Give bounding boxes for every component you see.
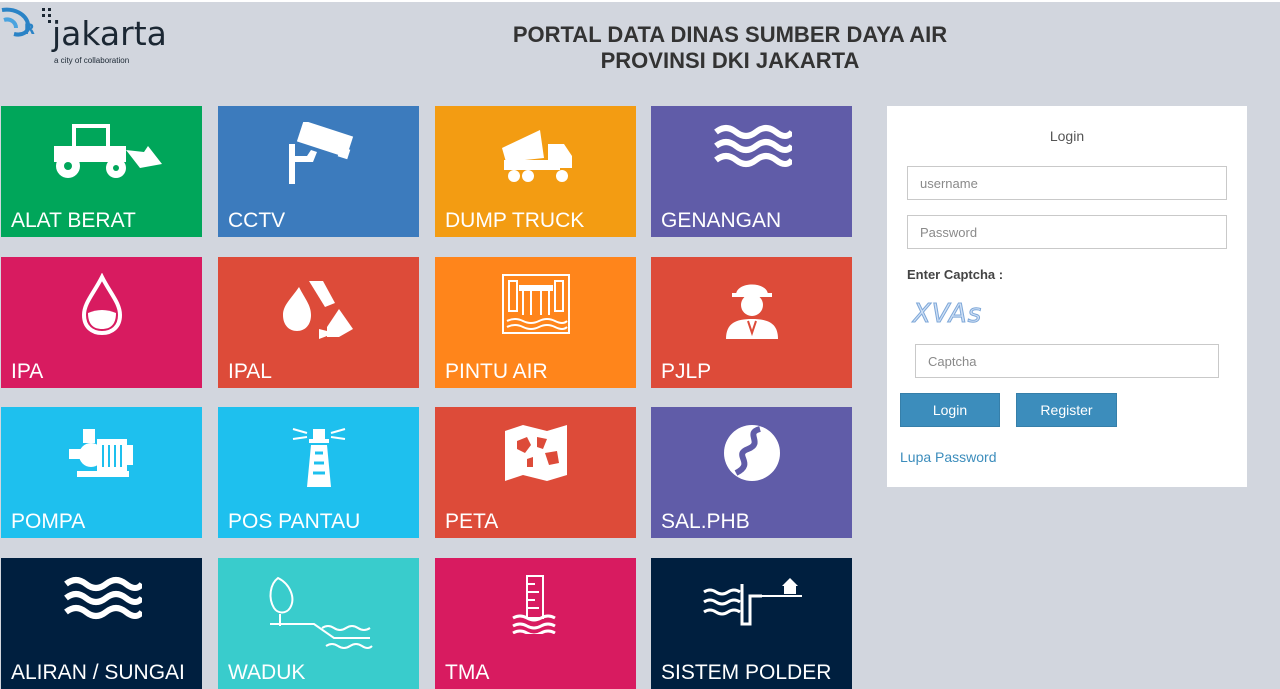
tile-label: PINTU AIR (445, 360, 548, 383)
tile-tma[interactable]: TMA (435, 558, 636, 689)
tile-pintu-air[interactable]: PINTU AIR (435, 257, 636, 388)
tile-label: TMA (445, 661, 490, 684)
tile-waduk[interactable]: WADUK (218, 558, 419, 689)
tile-label: CCTV (228, 209, 286, 232)
page-title-line2: PROVINSI DKI JAKARTA (600, 48, 860, 73)
tile-label: SAL.PHB (661, 510, 750, 533)
forgot-password-link[interactable]: Lupa Password (900, 449, 997, 465)
jakarta-logo-mark: R (1, 7, 51, 38)
tile-dump-truck[interactable]: DUMP TRUCK (435, 106, 636, 237)
tile-alat-berat[interactable]: ALAT BERAT (1, 106, 202, 237)
tile-label: DUMP TRUCK (445, 209, 585, 232)
tile-label: IPA (11, 360, 44, 383)
username-input[interactable] (907, 166, 1227, 200)
tile-label: WADUK (228, 661, 306, 684)
page-title: PORTAL DATA DINAS SUMBER DAYA AIR PROVIN… (330, 22, 1130, 74)
captcha-input[interactable] (915, 344, 1219, 378)
tile-ipa[interactable]: IPA (1, 257, 202, 388)
tile-ipal[interactable]: IPAL (218, 257, 419, 388)
tile-sal-phb[interactable]: SAL.PHB (651, 407, 852, 538)
tile-sistem-polder[interactable]: SISTEM POLDER (651, 558, 852, 689)
svg-text:R: R (24, 22, 35, 38)
tile-label: GENANGAN (661, 209, 782, 232)
tile-label: POS PANTAU (228, 510, 361, 533)
top-border (0, 0, 1280, 2)
logo-tagline: a city of collaboration (54, 56, 130, 65)
tile-label: IPAL (228, 360, 272, 383)
captcha-image: XVAs (912, 299, 983, 330)
tile-pompa[interactable]: POMPA (1, 407, 202, 538)
jakarta-logo[interactable]: R jakarta a city of collaboration (0, 4, 190, 68)
logo-wordmark: jakarta (52, 14, 167, 53)
tile-peta[interactable]: PETA (435, 407, 636, 538)
captcha-label: Enter Captcha : (907, 267, 1004, 282)
tile-cctv[interactable]: CCTV (218, 106, 419, 237)
tile-pjlp[interactable]: PJLP (651, 257, 852, 388)
login-button[interactable]: Login (900, 393, 1000, 427)
tile-label: PETA (445, 510, 499, 533)
tile-label: ALAT BERAT (11, 209, 136, 232)
tile-label: SISTEM POLDER (661, 661, 832, 684)
tile-label: ALIRAN / SUNGAI (11, 661, 185, 684)
tile-label: POMPA (11, 510, 86, 533)
tile-genangan[interactable]: GENANGAN (651, 106, 852, 237)
login-panel: Login Enter Captcha : XVAs Login Registe… (887, 106, 1247, 487)
login-title: Login (1049, 128, 1085, 144)
tile-label: PJLP (661, 360, 712, 383)
password-input[interactable] (907, 215, 1227, 249)
page-title-line1: PORTAL DATA DINAS SUMBER DAYA AIR (512, 22, 948, 47)
tile-aliran-sungai[interactable]: ALIRAN / SUNGAI (1, 558, 202, 689)
tile-pos-pantau[interactable]: POS PANTAU (218, 407, 419, 538)
register-button[interactable]: Register (1016, 393, 1117, 427)
